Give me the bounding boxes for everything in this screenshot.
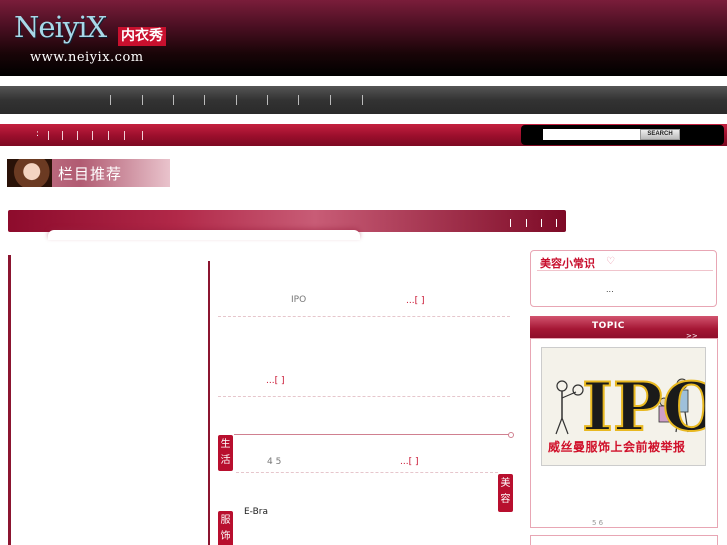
logo-url: www.neiyix.com xyxy=(30,50,144,65)
news-divider xyxy=(236,472,498,473)
beauty-tips-title: 美容小常识 xyxy=(540,257,595,270)
next-panel xyxy=(530,535,718,545)
news-item-2-more-link[interactable]: ...[ ] xyxy=(266,376,284,386)
strip-separator xyxy=(556,219,557,227)
nav-separator xyxy=(236,95,237,105)
topic-caption[interactable]: 威丝曼服饰上会前被举报 xyxy=(548,438,686,455)
nav-separator xyxy=(173,95,174,105)
section-line-end xyxy=(508,432,514,438)
beauty-tips-divider xyxy=(537,270,713,271)
main-nav xyxy=(0,86,727,114)
search-input[interactable] xyxy=(543,129,640,140)
sub-nav-separator xyxy=(142,131,143,140)
model-portrait xyxy=(7,159,52,187)
news-item-1[interactable]: IPO xyxy=(291,295,306,305)
strip-tab xyxy=(48,230,360,240)
sub-nav-separator xyxy=(108,131,109,140)
nav-separator xyxy=(142,95,143,105)
news-item-1-more-link[interactable]: ...[ ] xyxy=(406,296,424,306)
site-logo[interactable]: NeiyiX 内衣秀 www.neiyix.com xyxy=(14,10,174,68)
sub-nav-colon: : xyxy=(36,129,40,139)
nav-separator xyxy=(298,95,299,105)
nav-separator xyxy=(362,95,363,105)
sub-nav-separator xyxy=(92,131,93,140)
sub-nav-separator xyxy=(124,131,125,140)
nav-separator xyxy=(330,95,331,105)
heart-icon: ♡ xyxy=(606,256,615,267)
nav-separator xyxy=(110,95,111,105)
news-divider xyxy=(218,316,510,317)
news-item-3-more-link[interactable]: ...[ ] xyxy=(400,457,418,467)
strip-separator xyxy=(510,219,511,227)
strip-separator xyxy=(541,219,542,227)
sub-nav-separator xyxy=(62,131,63,140)
site-header: NeiyiX 内衣秀 www.neiyix.com xyxy=(0,0,727,76)
nav-separator xyxy=(204,95,205,105)
topic-footnote: 5 6 xyxy=(592,519,604,527)
tag-fashion[interactable]: 服饰 xyxy=(218,511,233,545)
news-item-3[interactable]: 4 5 xyxy=(267,457,281,467)
tag-life[interactable]: 生活 xyxy=(218,435,233,471)
column-recommend-title: 栏目推荐 xyxy=(58,165,123,183)
logo-chinese-name: 内衣秀 xyxy=(118,27,166,46)
sub-nav-separator xyxy=(77,131,78,140)
topic-title: TOPIC xyxy=(592,321,625,331)
page: NeiyiX 内衣秀 www.neiyix.com : SEARCH 栏目推荐 xyxy=(0,0,727,545)
sub-nav-separator xyxy=(48,131,49,140)
nav-separator xyxy=(267,95,268,105)
news-divider xyxy=(218,396,510,397)
beauty-tips-link[interactable]: ... xyxy=(606,285,614,294)
tag-beauty[interactable]: 美容 xyxy=(498,474,513,512)
middle-column-border xyxy=(208,261,210,545)
section-line xyxy=(234,434,510,435)
strip-separator xyxy=(526,219,527,227)
search-button[interactable]: SEARCH xyxy=(640,129,680,140)
section-strip xyxy=(8,210,566,232)
left-column-border xyxy=(8,255,11,545)
logo-name: NeiyiX xyxy=(14,10,107,44)
news-item-4[interactable]: E-Bra xyxy=(244,507,268,517)
ipo-letters: IPO xyxy=(582,368,706,446)
